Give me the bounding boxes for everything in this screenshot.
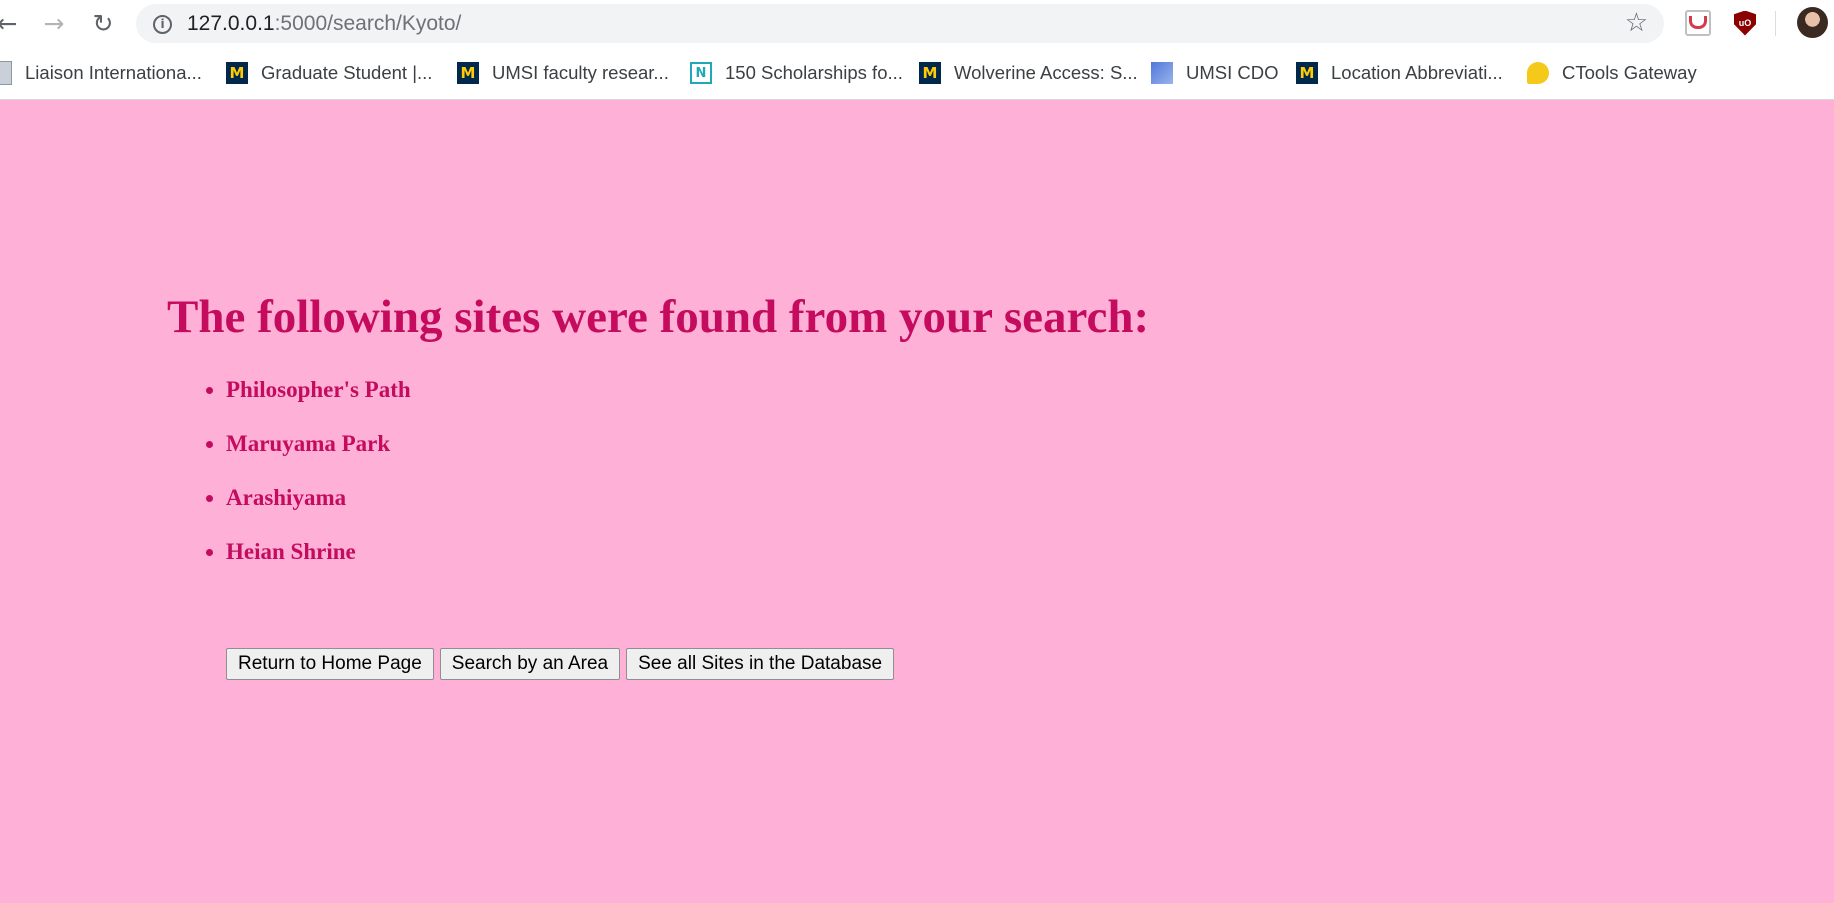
umich-m-favicon: M xyxy=(919,62,941,84)
bookmark-label: Graduate Student |... xyxy=(261,62,433,83)
bullet xyxy=(206,441,213,448)
bullet xyxy=(206,387,213,394)
umich-m-favicon: M xyxy=(457,62,479,84)
return-home-button[interactable]: Return to Home Page xyxy=(226,648,434,680)
bookmark-wolverine-access[interactable]: M Wolverine Access: S... xyxy=(919,60,1138,86)
bookmark-label: Liaison Internationa... xyxy=(25,62,202,83)
site-info-icon[interactable]: i xyxy=(153,15,172,34)
bookmark-label: UMSI faculty resear... xyxy=(492,62,669,83)
pocket-extension-icon[interactable] xyxy=(1685,10,1711,36)
list-item: Maruyama Park xyxy=(178,417,411,471)
toolbar-divider xyxy=(1775,11,1776,36)
result-label: Philosopher's Path xyxy=(226,377,411,402)
forward-arrow-icon[interactable]: → xyxy=(37,6,71,40)
profile-avatar[interactable] xyxy=(1797,7,1828,38)
page-heading: The following sites were found from your… xyxy=(167,291,1150,343)
n-favicon: N xyxy=(690,62,712,84)
bookmark-umsi-cdo[interactable]: UMSI CDO xyxy=(1151,60,1279,86)
bookmark-label: UMSI CDO xyxy=(1186,62,1279,83)
bookmark-location-abbreviations[interactable]: M Location Abbreviati... xyxy=(1296,60,1503,86)
umich-m-favicon: M xyxy=(226,62,248,84)
action-buttons: Return to Home Page Search by an Area Se… xyxy=(226,648,895,680)
ublock-extension-icon[interactable]: uO xyxy=(1732,10,1758,36)
result-label: Arashiyama xyxy=(226,485,347,510)
bookmark-scholarships[interactable]: N 150 Scholarships fo... xyxy=(690,60,903,86)
result-label: Heian Shrine xyxy=(226,539,356,564)
bookmark-graduate-student[interactable]: M Graduate Student |... xyxy=(226,60,432,86)
bookmark-label: Location Abbreviati... xyxy=(1331,62,1503,83)
blue-square-favicon xyxy=(1151,62,1173,84)
see-all-sites-button[interactable]: See all Sites in the Database xyxy=(626,648,895,680)
umich-m-favicon: M xyxy=(1296,62,1318,84)
search-by-area-button[interactable]: Search by an Area xyxy=(439,648,621,680)
address-bar[interactable]: i 127.0.0.1:5000/search/Kyoto/ ☆ xyxy=(136,4,1664,43)
url-host: 127.0.0.1 xyxy=(187,12,275,35)
page-content: The following sites were found from your… xyxy=(0,100,1834,903)
bookmark-liaison[interactable]: Liaison Internationa... xyxy=(0,60,202,86)
list-item: Heian Shrine xyxy=(178,525,411,579)
list-item: Philosopher's Path xyxy=(178,363,411,417)
bullet xyxy=(206,549,213,556)
url-text[interactable]: 127.0.0.1:5000/search/Kyoto/ xyxy=(187,4,461,43)
bookmark-label: CTools Gateway xyxy=(1562,62,1697,83)
bookmark-star-icon[interactable]: ☆ xyxy=(1625,8,1648,38)
reload-icon[interactable]: ↻ xyxy=(86,6,120,40)
liaison-favicon xyxy=(0,61,12,85)
bookmark-umsi-faculty[interactable]: M UMSI faculty resear... xyxy=(457,60,669,86)
url-path: :5000/search/Kyoto/ xyxy=(274,12,462,35)
results-list: Philosopher's Path Maruyama Park Arashiy… xyxy=(178,363,411,579)
bookmark-label: 150 Scholarships fo... xyxy=(725,62,903,83)
bullet xyxy=(206,495,213,502)
bookmarks-bar: Liaison Internationa... M Graduate Stude… xyxy=(0,47,1834,100)
browser-toolbar: ← → ↻ i 127.0.0.1:5000/search/Kyoto/ ☆ u… xyxy=(0,0,1834,47)
back-arrow-icon[interactable]: ← xyxy=(0,6,24,40)
chat-bubble-favicon xyxy=(1527,62,1549,84)
bookmark-label: Wolverine Access: S... xyxy=(954,62,1138,83)
bookmark-ctools-gateway[interactable]: CTools Gateway xyxy=(1527,60,1697,86)
result-label: Maruyama Park xyxy=(226,431,391,456)
list-item: Arashiyama xyxy=(178,471,411,525)
